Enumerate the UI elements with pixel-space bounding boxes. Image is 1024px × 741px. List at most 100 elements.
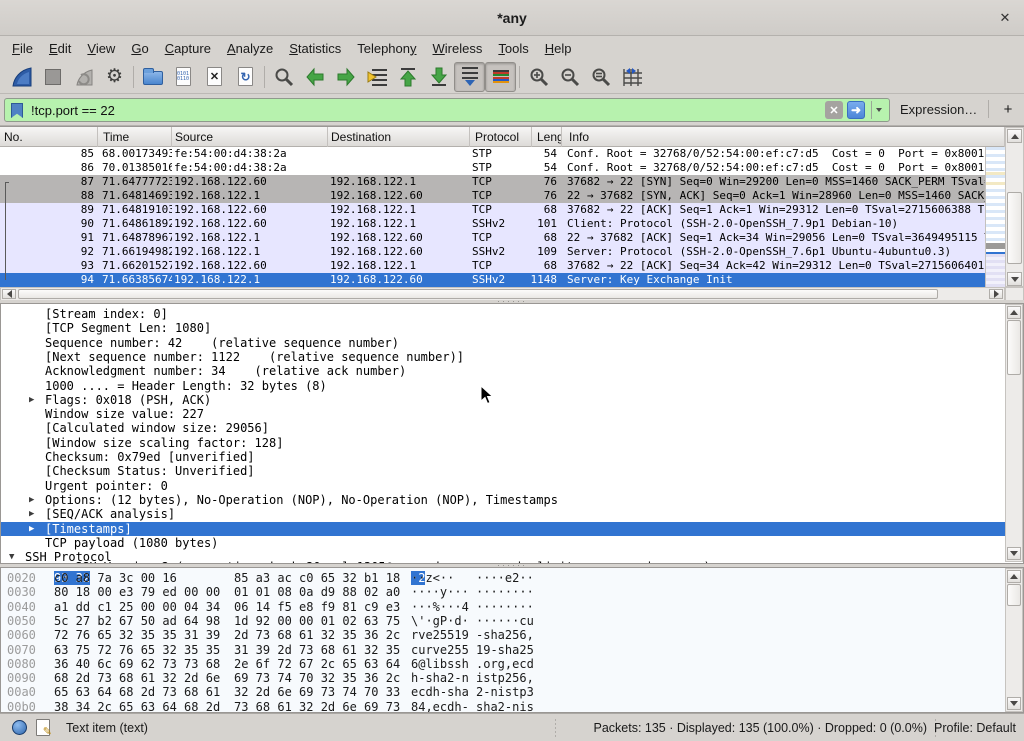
toolbar-separator	[133, 66, 134, 88]
go-to-packet-button[interactable]	[361, 62, 392, 92]
open-file-button[interactable]	[137, 62, 168, 92]
expander-icon[interactable]	[29, 507, 41, 521]
column-header-info[interactable]: Info	[562, 127, 1005, 147]
close-file-button[interactable]: ✕	[199, 62, 230, 92]
hex-row[interactable]: 00b038 34 2c 65 63 64 68 2d73 68 61 32 2…	[1, 700, 1001, 713]
toolbar-separator	[519, 66, 520, 88]
toolbar-separator	[264, 66, 265, 88]
detail-line[interactable]: [Stream index: 0]	[1, 307, 1005, 321]
hex-row[interactable]: 007063 75 72 76 65 32 35 3531 39 2d 73 6…	[1, 643, 1001, 657]
expander-icon[interactable]	[29, 493, 41, 507]
packet-row-86[interactable]: 8670.013850163fe:54:00:d4:38:2aSTP54Conf…	[0, 161, 985, 175]
detail-line[interactable]: [Checksum Status: Unverified]	[1, 464, 1005, 478]
go-last-packet-button[interactable]	[423, 62, 454, 92]
go-back-button[interactable]	[299, 62, 330, 92]
menu-go[interactable]: Go	[123, 38, 156, 59]
detail-line[interactable]: 1000 .... = Header Length: 32 bytes (8)	[1, 379, 1005, 393]
detail-line[interactable]: [Calculated window size: 29056]	[1, 421, 1005, 435]
add-filter-button[interactable]: +	[998, 98, 1018, 120]
go-forward-button[interactable]	[330, 62, 361, 92]
detail-line-timestamps-selected[interactable]: [Timestamps]	[1, 522, 1005, 536]
title-bar[interactable]: *any ✕	[0, 0, 1024, 36]
packet-row-89[interactable]: 8971.648191037192.168.122.60192.168.122.…	[0, 203, 985, 217]
packet-row-93[interactable]: 9371.662015274192.168.122.60192.168.122.…	[0, 259, 985, 273]
detail-line[interactable]: [Window size scaling factor: 128]	[1, 436, 1005, 450]
close-file-icon: ✕	[207, 67, 222, 86]
hex-row[interactable]: 003080 18 00 e3 79 ed 00 0001 01 08 0a d…	[1, 585, 1001, 599]
column-header-length[interactable]: Length	[532, 127, 562, 147]
hex-row[interactable]: 009068 2d 73 68 61 32 2d 6e69 73 74 70 3…	[1, 671, 1001, 685]
detail-line[interactable]: Window size value: 227	[1, 407, 1005, 421]
auto-scroll-toggle[interactable]	[454, 62, 485, 92]
menu-wireless[interactable]: Wireless	[425, 38, 491, 59]
find-packet-button[interactable]	[268, 62, 299, 92]
hex-row[interactable]: 00a065 63 64 68 2d 73 68 6132 2d 6e 69 7…	[1, 685, 1001, 699]
packet-row-90[interactable]: 9071.648618924192.168.122.60192.168.122.…	[0, 217, 985, 231]
capture-options-button[interactable]: ⚙	[99, 62, 130, 92]
column-header-no[interactable]: No.	[0, 127, 98, 147]
packet-row-85[interactable]: 8568.001734936fe:54:00:d4:38:2aSTP54Conf…	[0, 147, 985, 161]
detail-line[interactable]: Urgent pointer: 0	[1, 479, 1005, 493]
packet-list-vscrollbar[interactable]	[1005, 127, 1024, 287]
detail-line-flags[interactable]: Flags: 0x018 (PSH, ACK)	[1, 393, 1005, 407]
packet-row-94-selected[interactable]: 9471.663856741192.168.122.1192.168.122.6…	[0, 273, 985, 287]
menu-edit[interactable]: Edit	[41, 38, 79, 59]
zoom-in-button[interactable]	[523, 62, 554, 92]
colorize-toggle[interactable]	[485, 62, 516, 92]
hex-row[interactable]: 00505c 27 b2 67 50 ad 64 981d 92 00 00 0…	[1, 614, 1001, 628]
packet-row-91[interactable]: 9171.648789678192.168.122.1192.168.122.6…	[0, 231, 985, 245]
expression-button[interactable]: Expression…	[900, 102, 977, 117]
detail-line[interactable]: Sequence number: 42 (relative sequence n…	[1, 336, 1005, 350]
packet-row-92[interactable]: 9271.661949820192.168.122.1192.168.122.6…	[0, 245, 985, 259]
expert-info-icon[interactable]	[12, 720, 27, 735]
hex-row[interactable]: 0020 c0 a8 7a 3c 00 16 93 32 85 a3 ac c0…	[1, 571, 1001, 585]
menu-file[interactable]: File	[4, 38, 41, 59]
column-header-time[interactable]: Time	[98, 127, 172, 147]
hex-row[interactable]: 006072 76 65 32 35 35 31 392d 73 68 61 3…	[1, 628, 1001, 642]
detail-line[interactable]: Checksum: 0x79ed [unverified]	[1, 450, 1005, 464]
status-profile[interactable]: Profile: Default	[934, 721, 1016, 735]
detail-line-payload[interactable]: TCP payload (1080 bytes)	[1, 536, 1005, 550]
expander-icon[interactable]	[29, 393, 41, 407]
apply-filter-button[interactable]: ➜	[847, 101, 865, 119]
start-capture-button[interactable]	[6, 62, 37, 92]
display-filter-field[interactable]: ✕ ➜	[4, 98, 890, 122]
column-header-destination[interactable]: Destination	[328, 127, 470, 147]
menu-statistics[interactable]: Statistics	[281, 38, 349, 59]
detail-line[interactable]: Acknowledgment number: 34 (relative ack …	[1, 364, 1005, 378]
hex-row[interactable]: 008036 40 6c 69 62 73 73 682e 6f 72 67 2…	[1, 657, 1001, 671]
go-first-packet-button[interactable]	[392, 62, 423, 92]
column-header-source[interactable]: Source	[172, 127, 328, 147]
resize-columns-button[interactable]	[616, 62, 647, 92]
close-icon[interactable]: ✕	[996, 9, 1014, 27]
packet-row-88[interactable]: 8871.648146932192.168.122.1192.168.122.6…	[0, 189, 985, 203]
detail-line[interactable]: [TCP Segment Len: 1080]	[1, 321, 1005, 335]
zoom-reset-button[interactable]	[585, 62, 616, 92]
display-filter-input[interactable]	[31, 99, 711, 121]
menu-tools[interactable]: Tools	[490, 38, 536, 59]
menu-telephony[interactable]: Telephony	[349, 38, 424, 59]
detail-line-options[interactable]: Options: (12 bytes), No-Operation (NOP),…	[1, 493, 1005, 507]
hex-row[interactable]: 0040a1 dd c1 25 00 00 04 3406 14 f5 e8 f…	[1, 600, 1001, 614]
detail-line-seqack[interactable]: [SEQ/ACK analysis]	[1, 507, 1005, 521]
capture-comment-icon[interactable]	[36, 719, 50, 736]
filter-history-caret[interactable]	[871, 101, 885, 119]
packet-list-minimap[interactable]	[985, 147, 1005, 287]
packet-row-87[interactable]: 8771.647777234192.168.122.60192.168.122.…	[0, 175, 985, 189]
menu-analyze[interactable]: Analyze	[219, 38, 281, 59]
menu-help[interactable]: Help	[537, 38, 580, 59]
stop-capture-button[interactable]	[37, 62, 68, 92]
save-file-button[interactable]: 0101 0110	[168, 62, 199, 92]
restart-capture-button[interactable]	[68, 62, 99, 92]
column-header-protocol[interactable]: Protocol	[470, 127, 532, 147]
hex-vscrollbar[interactable]	[1005, 568, 1023, 712]
details-vscrollbar[interactable]	[1005, 304, 1023, 562]
menu-capture[interactable]: Capture	[157, 38, 219, 59]
expander-icon[interactable]	[29, 522, 41, 536]
menu-view[interactable]: View	[79, 38, 123, 59]
detail-line[interactable]: [Next sequence number: 1122 (relative se…	[1, 350, 1005, 364]
filter-bookmark-icon[interactable]	[11, 103, 23, 118]
zoom-out-button[interactable]	[554, 62, 585, 92]
reload-file-button[interactable]: ↻	[230, 62, 261, 92]
clear-filter-button[interactable]: ✕	[825, 101, 843, 119]
